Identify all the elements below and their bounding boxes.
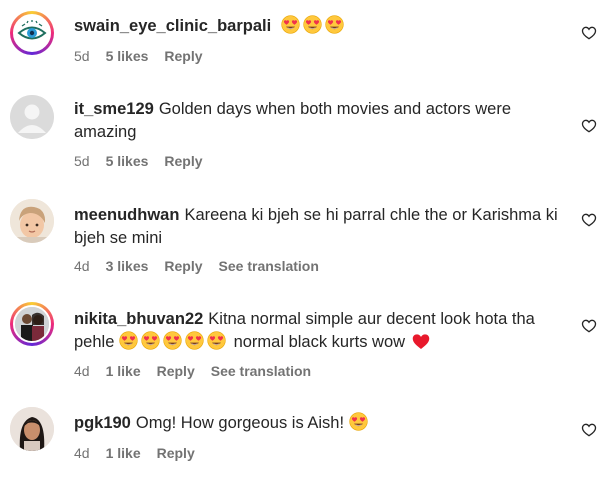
heart-eyes-emoji-icon [303, 15, 322, 34]
default-avatar-icon [10, 95, 54, 139]
comment-meta: 5d 5 likes Reply [74, 48, 219, 64]
like-heart-icon[interactable] [581, 118, 597, 134]
see-translation-button[interactable]: See translation [211, 363, 311, 379]
heart-eyes-emoji-icon [207, 331, 226, 350]
avatar[interactable] [10, 11, 54, 55]
heart-eyes-emoji-icon [119, 331, 138, 350]
avatar[interactable] [10, 302, 54, 346]
comment-likes[interactable]: 5 likes [106, 153, 149, 169]
comment-username[interactable]: meenudhwan [74, 206, 179, 224]
comment-time[interactable]: 4d [74, 445, 90, 461]
child-photo-avatar [10, 199, 54, 243]
comment-username[interactable]: it_sme129 [74, 100, 154, 118]
heart-eyes-emoji-icon [325, 15, 344, 34]
comment-username[interactable]: swain_eye_clinic_barpali [74, 17, 271, 35]
comment-time[interactable]: 5d [74, 48, 90, 64]
heart-eyes-emoji-icon [163, 331, 182, 350]
comment-meta: 4d 3 likes Reply See translation [74, 258, 319, 274]
avatar[interactable] [10, 95, 54, 139]
reply-button[interactable]: Reply [164, 258, 202, 274]
comment-body-continued: normal black kurts wow [233, 333, 406, 351]
comment-username[interactable]: pgk190 [74, 414, 131, 432]
see-translation-button[interactable]: See translation [219, 258, 319, 274]
heart-eyes-emoji-icon [281, 15, 300, 34]
reply-button[interactable]: Reply [157, 445, 195, 461]
comment-text: nikita_bhuvan22 Kitna normal simple aur d… [74, 308, 564, 354]
comment-text: meenudhwan Kareena ki bjeh se hi parral c… [74, 204, 564, 250]
comment-text: swain_eye_clinic_barpali [74, 15, 564, 38]
couple-photo-avatar [15, 307, 49, 341]
red-heart-emoji-icon [412, 334, 429, 349]
heart-eyes-emoji-icon [185, 331, 204, 350]
comment-text: pgk190 Omg! How gorgeous is Aish! [74, 412, 564, 435]
comment-time[interactable]: 5d [74, 153, 90, 169]
like-heart-icon[interactable] [581, 25, 597, 41]
reply-button[interactable]: Reply [164, 48, 202, 64]
comment-likes[interactable]: 1 like [106, 363, 141, 379]
reply-button[interactable]: Reply [157, 363, 195, 379]
like-heart-icon[interactable] [581, 422, 597, 438]
woman-photo-avatar [10, 407, 54, 451]
comment-time[interactable]: 4d [74, 258, 90, 274]
comment-meta: 4d 1 like Reply [74, 445, 211, 461]
comment-text: it_sme129 Golden days when both movies an… [74, 98, 564, 144]
avatar[interactable] [10, 199, 54, 243]
comment-likes[interactable]: 3 likes [106, 258, 149, 274]
heart-eyes-emoji-icon [141, 331, 160, 350]
like-heart-icon[interactable] [581, 318, 597, 334]
eye-logo-icon [17, 20, 47, 40]
avatar[interactable] [10, 407, 54, 451]
comment-time[interactable]: 4d [74, 363, 90, 379]
comment-meta: 5d 5 likes Reply [74, 153, 219, 169]
like-heart-icon[interactable] [581, 212, 597, 228]
comment-likes[interactable]: 5 likes [106, 48, 149, 64]
comment-username[interactable]: nikita_bhuvan22 [74, 310, 203, 328]
reply-button[interactable]: Reply [164, 153, 202, 169]
heart-eyes-emoji-icon [349, 412, 368, 431]
comment-body: Omg! How gorgeous is Aish! [135, 414, 345, 432]
comment-meta: 4d 1 like Reply See translation [74, 363, 311, 379]
comment-likes[interactable]: 1 like [106, 445, 141, 461]
